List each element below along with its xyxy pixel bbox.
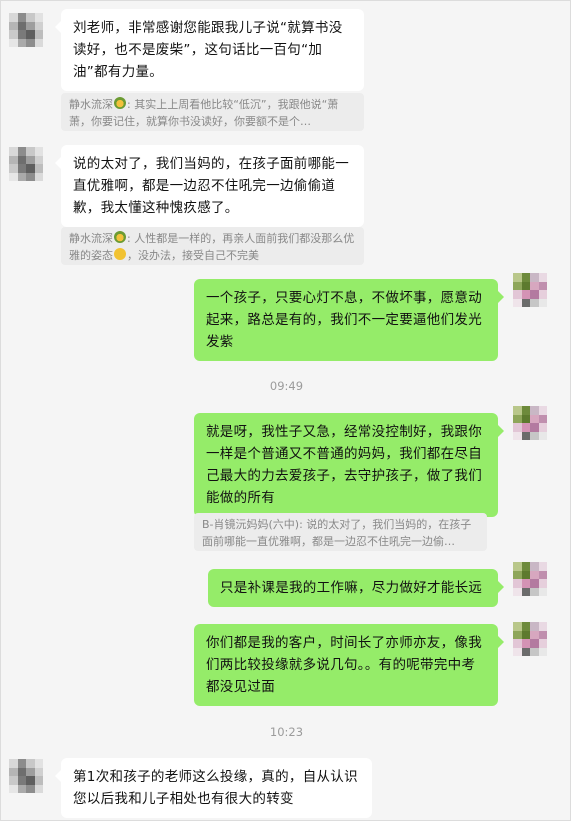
- message-text: 只是补课是我的工作嘛，尽力做好才能长远: [220, 580, 483, 596]
- quoted-message[interactable]: 静水流深: 人性都是一样的，再亲人面前我们都没那么优雅的姿态 ，没办法，接受自己不…: [61, 227, 364, 265]
- message-text: 刘老师，非常感谢您能跟我儿子说“就算书没读好，也不是废柴”，这句话比一百句“加油…: [73, 20, 343, 80]
- my-avatar[interactable]: [513, 622, 547, 656]
- message-text: 一个孩子，只要心灯不息，不做坏事，愿意动起来，路总是有的，我们不一定要逼他们发光…: [206, 290, 482, 350]
- quote-sender: 静水流深: [69, 232, 113, 245]
- timestamp: 09:49: [269, 379, 304, 393]
- message-bubble-outgoing[interactable]: 就是呀，我性子又急，经常没控制好，我跟你一样是个普通又不普通的妈妈，我们都在尽自…: [194, 413, 504, 517]
- message-bubble-outgoing[interactable]: 只是补课是我的工作嘛，尽力做好才能长远: [208, 569, 504, 607]
- my-avatar[interactable]: [513, 406, 547, 440]
- timestamp: 10:23: [269, 725, 304, 739]
- contact-avatar[interactable]: [9, 13, 43, 47]
- flower-emoji-icon: [114, 97, 126, 109]
- quoted-message[interactable]: B-肖镜沅妈妈(六中): 说的太对了，我们当妈的，在孩子面前哪能一直优雅啊，都是…: [194, 513, 487, 551]
- message-text: 就是呀，我性子又急，经常没控制好，我跟你一样是个普通又不普通的妈妈，我们都在尽自…: [206, 424, 482, 506]
- message-bubble-outgoing[interactable]: 你们都是我的客户，时间长了亦师亦友，像我们两比较投缘就多说几句。。有的呢带完中考…: [194, 624, 504, 706]
- contact-avatar[interactable]: [9, 759, 43, 793]
- quote-sender: B-肖镜沅妈妈(六中): [202, 518, 300, 531]
- quoted-message[interactable]: 静水流深: 其实上上周看他比较“低沉”，我跟他说“萧萧，你要记住，就算你书没读好…: [61, 93, 364, 131]
- message-text: 说的太对了，我们当妈的，在孩子面前哪能一直优雅啊，都是一边忍不住吼完一边偷偷道歉…: [73, 156, 349, 216]
- message-text: 第1次和孩子的老师这么投缘，真的，自从认识您以后我和儿子相处也有很大的转变: [73, 769, 358, 807]
- my-avatar[interactable]: [513, 562, 547, 596]
- flower-emoji-icon: [114, 231, 126, 243]
- quote-text-continued: ，没办法，接受自己不完美: [127, 249, 259, 262]
- contact-avatar[interactable]: [9, 147, 43, 181]
- message-bubble-incoming[interactable]: 第1次和孩子的老师这么投缘，真的，自从认识您以后我和儿子相处也有很大的转变: [55, 758, 372, 818]
- message-text: 你们都是我的客户，时间长了亦师亦友，像我们两比较投缘就多说几句。。有的呢带完中考…: [206, 635, 482, 695]
- message-bubble-incoming[interactable]: 说的太对了，我们当妈的，在孩子面前哪能一直优雅啊，都是一边忍不住吼完一边偷偷道歉…: [55, 145, 364, 227]
- message-bubble-outgoing[interactable]: 一个孩子，只要心灯不息，不做坏事，愿意动起来，路总是有的，我们不一定要逼他们发光…: [194, 279, 504, 361]
- quote-sender: 静水流深: [69, 98, 113, 111]
- my-avatar[interactable]: [513, 273, 547, 307]
- message-bubble-incoming[interactable]: 刘老师，非常感谢您能跟我儿子说“就算书没读好，也不是废柴”，这句话比一百句“加油…: [55, 9, 364, 91]
- sweat-smile-emoji-icon: [114, 248, 126, 260]
